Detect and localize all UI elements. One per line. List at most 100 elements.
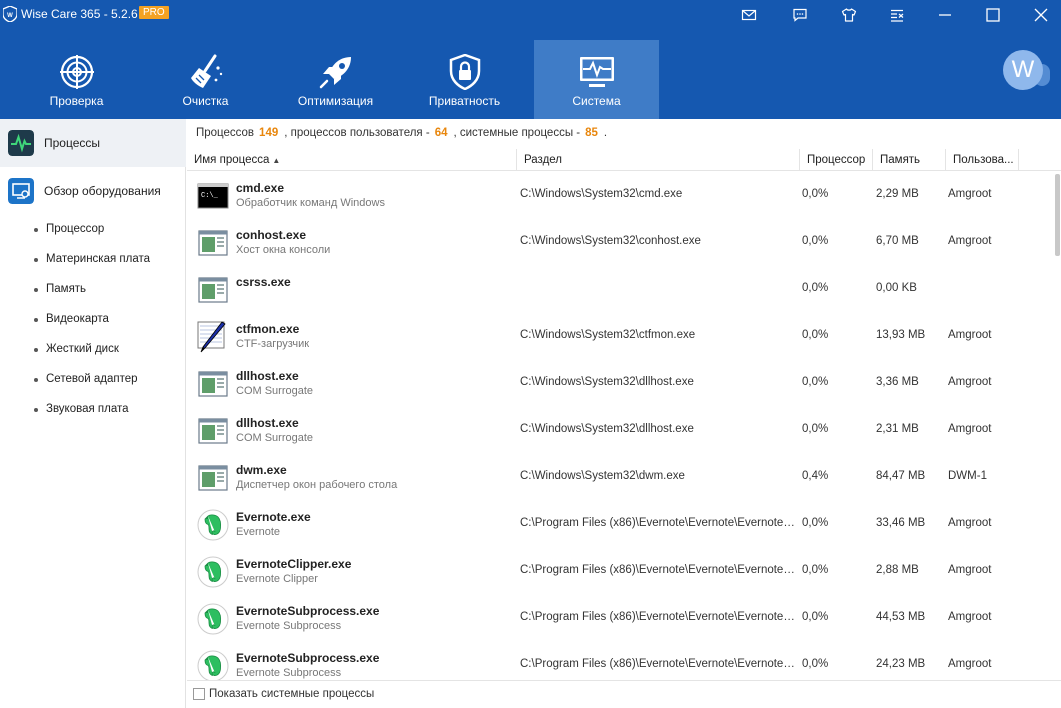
table-row[interactable]: Evernote.exe Evernote C:\Program Files (x8…: [187, 501, 1053, 548]
summary-label: , системные процессы -: [453, 127, 581, 139]
avatar[interactable]: W: [1003, 50, 1043, 90]
rocket-icon: [319, 57, 351, 89]
show-system-processes-label[interactable]: Показать системные процессы: [209, 688, 374, 700]
process-cpu: 0,0%: [802, 423, 829, 435]
process-name: EvernoteSubprocess.exe: [236, 604, 380, 618]
process-path: C:\Program Files (x86)\Evernote\Evernote…: [520, 658, 797, 670]
scrollbar[interactable]: [1054, 172, 1061, 680]
minimize-icon[interactable]: [933, 4, 957, 26]
process-cpu: 0,0%: [802, 329, 829, 341]
process-description: Evernote Subprocess: [236, 667, 342, 679]
process-cpu: 0,0%: [802, 517, 829, 529]
app-window-icon: [197, 462, 229, 494]
sidebar-item-hardware[interactable]: Обзор оборудования: [0, 167, 186, 215]
close-icon[interactable]: [1029, 4, 1053, 26]
table-row[interactable]: conhost.exe Хост окна консоли C:\Windows\S…: [187, 219, 1053, 266]
process-user: Amgroot: [948, 329, 992, 341]
process-panel: Процессов 149 , процессов пользователя - 64…: [187, 119, 1061, 708]
process-name: EvernoteClipper.exe: [236, 557, 352, 571]
skin-icon[interactable]: [837, 4, 861, 26]
console-icon: C:\_: [197, 180, 229, 212]
process-name: Evernote.exe: [236, 510, 311, 524]
processes-count: 149: [259, 127, 279, 139]
process-cpu: 0,0%: [802, 611, 829, 623]
column-header-label: Процессор: [807, 154, 866, 166]
process-path: C:\Program Files (x86)\Evernote\Evernote…: [520, 517, 797, 529]
menu-icon[interactable]: [885, 4, 909, 26]
table-row[interactable]: dllhost.exe COM Surrogate C:\Windows\Syste…: [187, 360, 1053, 407]
tab-label: Очистка: [182, 94, 229, 108]
summary-label: , процессов пользователя -: [284, 127, 430, 139]
table-row[interactable]: C:\_ cmd.exe Обработчик команд Windows C:\W…: [187, 172, 1053, 219]
svg-text:W: W: [7, 13, 13, 19]
process-user: Amgroot: [948, 658, 992, 670]
user-processes-count: 64: [434, 127, 448, 139]
tab-check[interactable]: Проверка: [14, 40, 139, 119]
tab-optimize[interactable]: Оптимизация: [273, 40, 398, 119]
process-table: C:\_ cmd.exe Обработчик команд Windows C:\W…: [187, 172, 1053, 680]
process-description: CTF-загрузчик: [236, 338, 310, 350]
table-row[interactable]: dwm.exe Диспетчер окон рабочего стола C:\W…: [187, 454, 1053, 501]
tab-system[interactable]: Система: [534, 40, 659, 119]
broom-icon: [190, 54, 222, 88]
process-cpu: 0,0%: [802, 658, 829, 670]
process-memory: 33,46 MB: [876, 517, 926, 529]
process-memory: 6,70 MB: [876, 235, 919, 247]
tab-privacy[interactable]: Приватность: [402, 40, 527, 119]
evernote-icon: [197, 509, 229, 541]
column-header-memory[interactable]: Память: [872, 149, 945, 171]
column-header-path[interactable]: Раздел: [516, 149, 799, 171]
process-description: Хост окна консоли: [236, 244, 331, 256]
tab-clean[interactable]: Очистка: [143, 40, 268, 119]
column-header-name[interactable]: Имя процесса ▲: [187, 149, 516, 171]
process-memory: 3,36 MB: [876, 376, 919, 388]
tab-label: Система: [572, 94, 621, 108]
process-memory: 24,23 MB: [876, 658, 926, 670]
table-row[interactable]: EvernoteSubprocess.exe Evernote Subproces…: [187, 642, 1053, 680]
pen-icon: [197, 321, 229, 353]
bullet-icon: [34, 228, 38, 232]
process-name: ctfmon.exe: [236, 322, 300, 336]
app-window-icon: [197, 368, 229, 400]
process-name: csrss.exe: [236, 275, 291, 289]
table-row[interactable]: csrss.exe 0,0% 0,00 KB: [187, 266, 1053, 313]
tab-label: Приватность: [428, 94, 501, 108]
process-summary: Процессов 149 , процессов пользователя - 64…: [196, 127, 607, 139]
maximize-icon[interactable]: [981, 4, 1005, 26]
app-logo-icon: W: [3, 6, 17, 22]
process-description: Evernote: [236, 526, 281, 538]
table-row[interactable]: ctfmon.exe CTF-загрузчик C:\Windows\System…: [187, 313, 1053, 360]
process-user: Amgroot: [948, 188, 992, 200]
bullet-icon: [34, 318, 38, 322]
process-user: Amgroot: [948, 423, 992, 435]
bullet-icon: [34, 348, 38, 352]
title-bar: W Wise Care 365 - 5.2.6 PRO: [0, 0, 1061, 30]
scrollbar-thumb[interactable]: [1055, 174, 1060, 256]
system-processes-count: 85: [585, 127, 598, 139]
process-description: COM Surrogate: [236, 432, 314, 444]
process-path: C:\Windows\System32\dwm.exe: [520, 470, 685, 482]
process-memory: 2,29 MB: [876, 188, 919, 200]
pro-badge: PRO: [139, 6, 169, 19]
mail-icon[interactable]: [737, 4, 761, 26]
radar-icon: [59, 55, 94, 89]
app-window-icon: [197, 227, 229, 259]
sort-ascending-icon: ▲: [272, 156, 281, 165]
show-system-processes-checkbox[interactable]: [193, 688, 205, 700]
column-header-user[interactable]: Пользова...: [945, 149, 1019, 171]
bullet-icon: [34, 378, 38, 382]
column-header-label: Раздел: [524, 154, 563, 166]
column-header-cpu[interactable]: Процессор: [799, 149, 872, 171]
pulse-icon: [8, 130, 34, 156]
table-row[interactable]: EvernoteSubprocess.exe Evernote Subproces…: [187, 595, 1053, 642]
table-footer: Показать системные процессы: [187, 680, 1061, 708]
table-row[interactable]: dllhost.exe COM Surrogate C:\Windows\Syste…: [187, 407, 1053, 454]
process-user: Amgroot: [948, 517, 992, 529]
sidebar-item-processes[interactable]: Процессы: [0, 119, 186, 167]
hardware-icon: [8, 178, 34, 204]
process-description: Evernote Subprocess: [236, 620, 342, 632]
process-cpu: 0,0%: [802, 235, 829, 247]
feedback-icon[interactable]: [788, 4, 812, 26]
process-cpu: 0,0%: [802, 564, 829, 576]
table-row[interactable]: EvernoteClipper.exe Evernote Clipper C:\Pr…: [187, 548, 1053, 595]
